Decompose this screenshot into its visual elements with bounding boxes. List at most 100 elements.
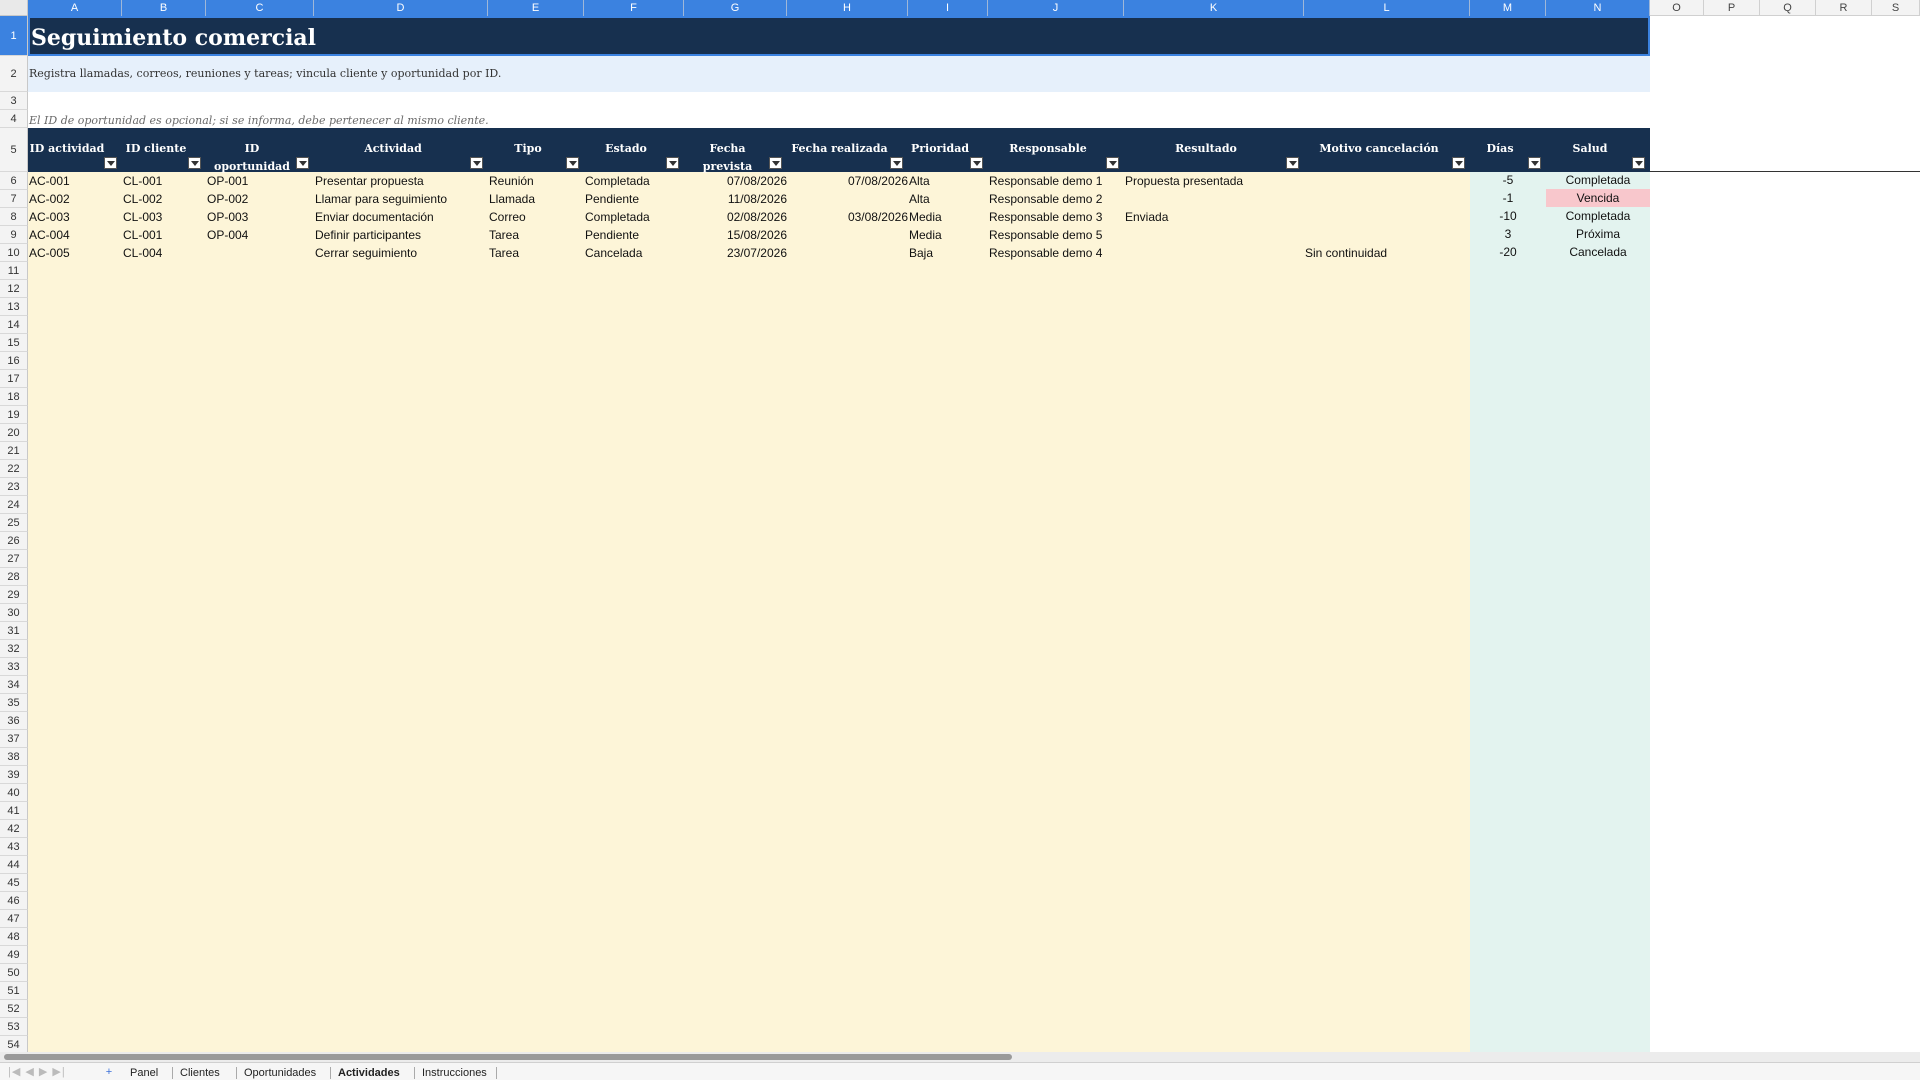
filter-dropdown-icon[interactable] [104, 157, 117, 169]
row-header-11[interactable]: 11 [0, 262, 28, 280]
header-id-actividad[interactable]: ID actividad [28, 140, 106, 158]
filter-dropdown-icon[interactable] [1452, 157, 1465, 169]
row-header-45[interactable]: 45 [0, 874, 28, 892]
table-cell[interactable]: Próxima [1546, 225, 1650, 243]
row-header-18[interactable]: 18 [0, 388, 28, 406]
column-header-i[interactable]: I [908, 0, 988, 16]
table-cell[interactable]: Tarea [488, 244, 519, 262]
header-salud[interactable]: Salud [1546, 140, 1634, 158]
table-cell[interactable]: 07/08/2026 [787, 172, 908, 190]
filter-dropdown-icon[interactable] [1106, 157, 1119, 169]
row-header-16[interactable]: 16 [0, 352, 28, 370]
table-cell[interactable]: Alta [908, 172, 930, 190]
table-cell[interactable]: 02/08/2026 [684, 208, 787, 226]
row-header-6[interactable]: 6 [0, 172, 28, 190]
row-header-34[interactable]: 34 [0, 676, 28, 694]
row-header-35[interactable]: 35 [0, 694, 28, 712]
row-header-9[interactable]: 9 [0, 226, 28, 244]
table-cell[interactable]: 23/07/2026 [684, 244, 787, 262]
row-header-31[interactable]: 31 [0, 622, 28, 640]
row-header-13[interactable]: 13 [0, 298, 28, 316]
row-header-30[interactable]: 30 [0, 604, 28, 622]
sheet-tab-instrucciones[interactable]: Instrucciones [422, 1067, 487, 1080]
filter-dropdown-icon[interactable] [1286, 157, 1299, 169]
table-cell[interactable]: Completada [1546, 171, 1650, 189]
column-header-p[interactable]: P [1704, 0, 1760, 16]
column-header-e[interactable]: E [488, 0, 584, 16]
table-cell[interactable]: OP-004 [206, 226, 248, 244]
table-cell[interactable]: CL-001 [122, 226, 162, 244]
filter-dropdown-icon[interactable] [890, 157, 903, 169]
column-header-l[interactable]: L [1304, 0, 1470, 16]
plus-icon[interactable]: + [104, 1066, 114, 1078]
column-header-s[interactable]: S [1872, 0, 1920, 16]
header-resultado[interactable]: Resultado [1124, 140, 1288, 158]
column-header-c[interactable]: C [206, 0, 314, 16]
table-cell[interactable]: AC-002 [28, 190, 70, 208]
row-header-37[interactable]: 37 [0, 730, 28, 748]
table-cell[interactable]: Cancelada [584, 244, 642, 262]
sheet-navigation-arrows[interactable]: |◀ ◀ ▶ ▶| [8, 1066, 84, 1078]
row-header-21[interactable]: 21 [0, 442, 28, 460]
header-fecha-realizada[interactable]: Fecha realizada [787, 140, 892, 158]
table-cell[interactable]: Definir participantes [314, 226, 421, 244]
filter-dropdown-icon[interactable] [296, 157, 309, 169]
filter-dropdown-icon[interactable] [470, 157, 483, 169]
column-header-o[interactable]: O [1650, 0, 1704, 16]
column-header-g[interactable]: G [684, 0, 787, 16]
sheet-tab-oportunidades[interactable]: Oportunidades [244, 1067, 316, 1080]
row-header-41[interactable]: 41 [0, 802, 28, 820]
row-header-40[interactable]: 40 [0, 784, 28, 802]
row-header-44[interactable]: 44 [0, 856, 28, 874]
row-header-3[interactable]: 3 [0, 92, 28, 110]
filter-dropdown-icon[interactable] [666, 157, 679, 169]
header-responsable[interactable]: Responsable [988, 140, 1108, 158]
row-header-46[interactable]: 46 [0, 892, 28, 910]
column-header-j[interactable]: J [988, 0, 1124, 16]
row-header-19[interactable]: 19 [0, 406, 28, 424]
row-header-33[interactable]: 33 [0, 658, 28, 676]
row-header-1[interactable]: 1 [0, 16, 28, 56]
table-cell[interactable]: AC-004 [28, 226, 70, 244]
row-header-17[interactable]: 17 [0, 370, 28, 388]
filter-dropdown-icon[interactable] [1528, 157, 1541, 169]
table-cell[interactable]: Responsable demo 3 [988, 208, 1102, 226]
row-header-27[interactable]: 27 [0, 550, 28, 568]
filter-dropdown-icon[interactable] [566, 157, 579, 169]
table-cell[interactable]: Vencida [1546, 189, 1650, 207]
row-header-10[interactable]: 10 [0, 244, 28, 262]
column-header-k[interactable]: K [1124, 0, 1304, 16]
table-cell[interactable]: Enviada [1124, 208, 1168, 226]
table-cell[interactable]: 03/08/2026 [787, 208, 908, 226]
sheet-tab-panel[interactable]: Panel [130, 1067, 158, 1080]
column-header-n[interactable]: N [1546, 0, 1650, 16]
table-cell[interactable]: CL-002 [122, 190, 162, 208]
table-cell[interactable]: -20 [1470, 243, 1546, 261]
column-header-h[interactable]: H [787, 0, 908, 16]
row-header-50[interactable]: 50 [0, 964, 28, 982]
row-header-51[interactable]: 51 [0, 982, 28, 1000]
header-fecha-prevista[interactable]: Fecha prevista [684, 140, 771, 173]
table-cell[interactable]: 07/08/2026 [684, 172, 787, 190]
corner-select-all[interactable] [0, 0, 28, 16]
header-tipo[interactable]: Tipo [488, 140, 568, 158]
sheet-tab-clientes[interactable]: Clientes [180, 1067, 220, 1080]
row-header-39[interactable]: 39 [0, 766, 28, 784]
table-cell[interactable]: Responsable demo 5 [988, 226, 1102, 244]
table-cell[interactable]: Responsable demo 1 [988, 172, 1102, 190]
row-header-47[interactable]: 47 [0, 910, 28, 928]
table-cell[interactable]: Media [908, 208, 942, 226]
table-cell[interactable]: Tarea [488, 226, 519, 244]
column-header-a[interactable]: A [28, 0, 122, 16]
header-días[interactable]: Días [1470, 140, 1530, 158]
table-cell[interactable]: AC-005 [28, 244, 70, 262]
column-header-r[interactable]: R [1816, 0, 1872, 16]
table-cell[interactable]: Correo [488, 208, 526, 226]
sheet-tab-actividades[interactable]: Actividades [338, 1067, 400, 1080]
row-header-7[interactable]: 7 [0, 190, 28, 208]
row-header-4[interactable]: 4 [0, 110, 28, 128]
table-cell[interactable]: OP-001 [206, 172, 248, 190]
header-motivo-cancelación[interactable]: Motivo cancelación [1304, 140, 1454, 158]
table-cell[interactable]: CL-003 [122, 208, 162, 226]
row-header-5[interactable]: 5 [0, 128, 28, 172]
